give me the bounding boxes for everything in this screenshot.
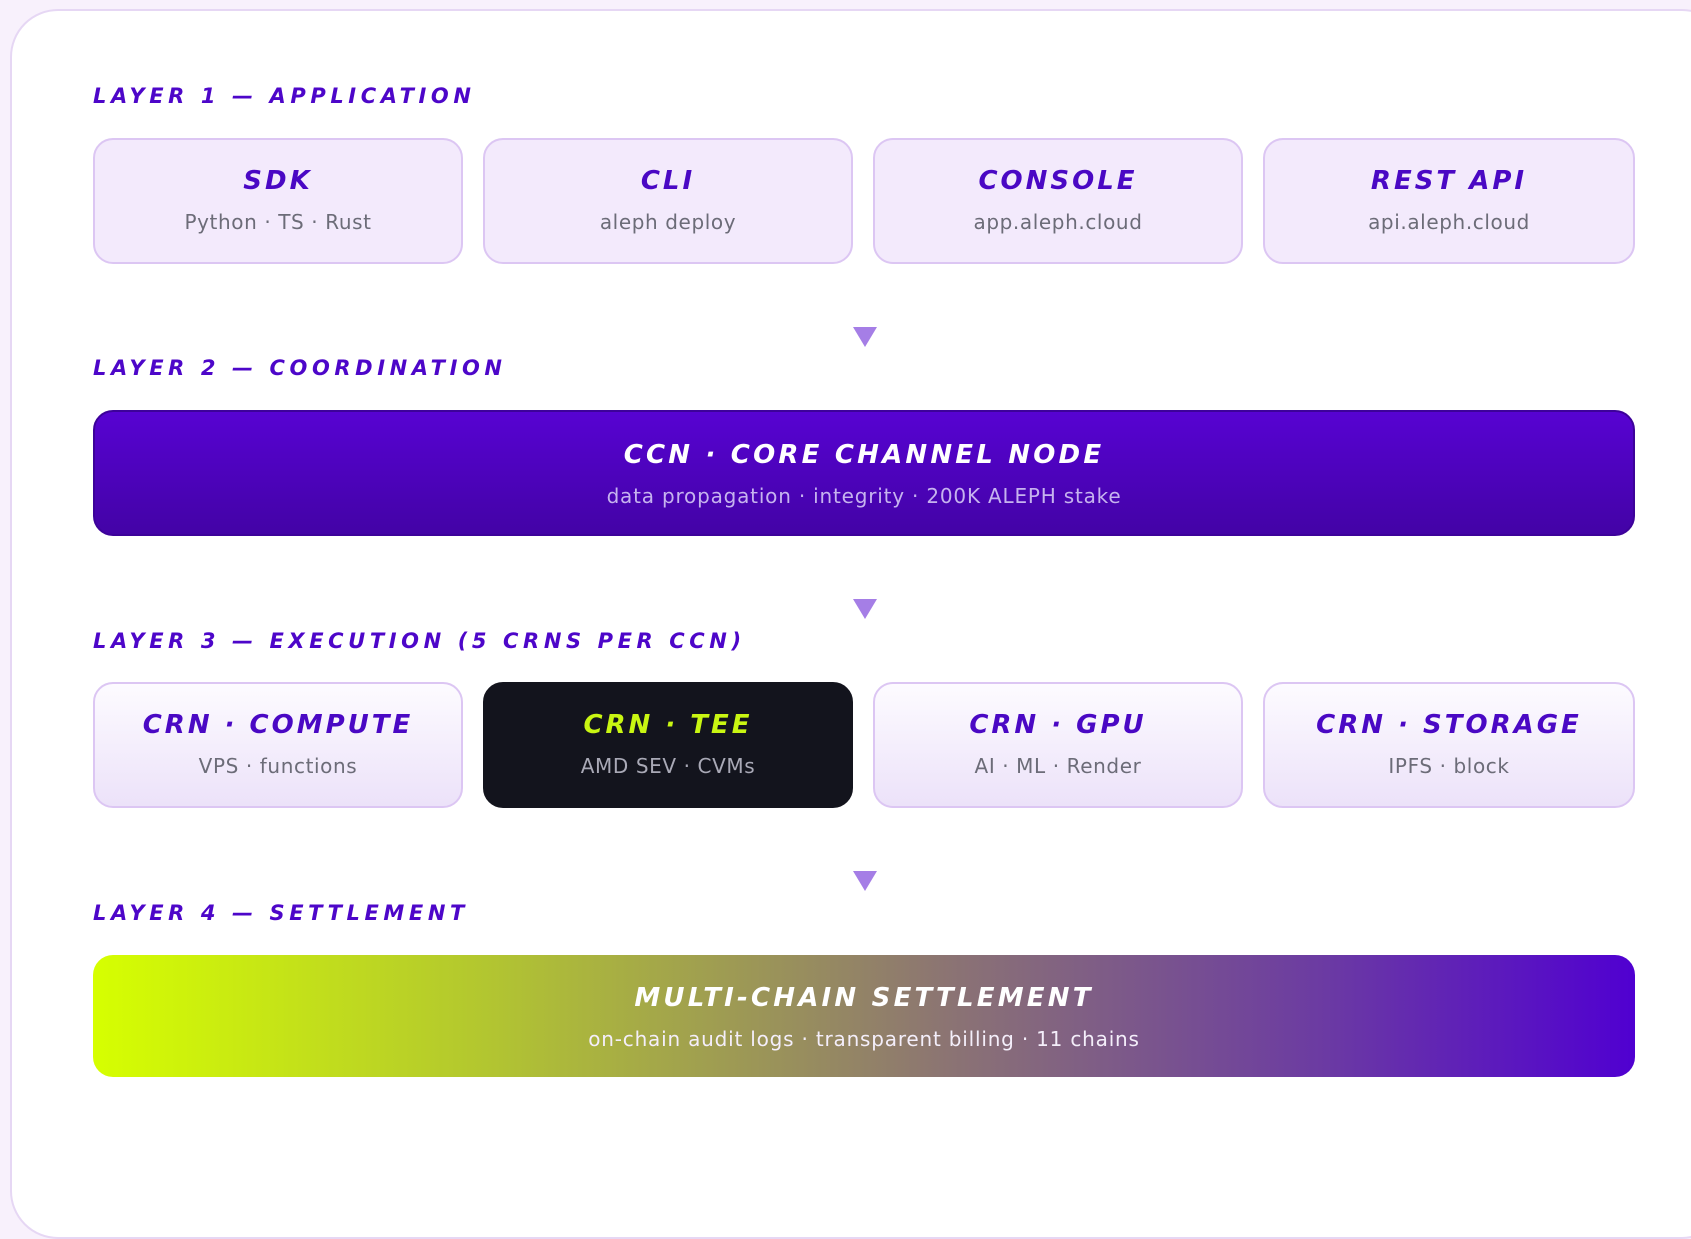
ccn-subtitle: data propagation · integrity · 200K ALEP… [606,484,1122,508]
crn-compute-box: CRN · COMPUTE VPS · functions [93,682,463,808]
arrow-down-icon [853,599,877,619]
rest-api-title: REST API [1370,166,1528,196]
crn-tee-box: CRN · TEE AMD SEV · CVMs [483,682,853,808]
crn-storage-subtitle: IPFS · block [1388,754,1510,778]
rest-api-subtitle: api.aleph.cloud [1368,210,1530,234]
rest-api-box: REST API api.aleph.cloud [1263,138,1635,264]
layer-3-label: LAYER 3 — EXECUTION (5 CRNS PER CCN) [93,629,746,653]
ccn-band: CCN · CORE CHANNEL NODE data propagation… [93,410,1635,536]
crn-compute-subtitle: VPS · functions [198,754,358,778]
crn-tee-subtitle: AMD SEV · CVMs [580,754,756,778]
console-box: CONSOLE app.aleph.cloud [873,138,1243,264]
crn-gpu-subtitle: AI · ML · Render [974,754,1142,778]
arrow-down-icon [853,871,877,891]
crn-storage-box: CRN · STORAGE IPFS · block [1263,682,1635,808]
sdk-title: SDK [243,166,313,196]
layer-1-label: LAYER 1 — APPLICATION [93,84,476,108]
sdk-subtitle: Python · TS · Rust [184,210,372,234]
ccn-title: CCN · CORE CHANNEL NODE [623,440,1105,470]
sdk-box: SDK Python · TS · Rust [93,138,463,264]
layer-4-label: LAYER 4 — SETTLEMENT [93,901,469,925]
console-subtitle: app.aleph.cloud [973,210,1143,234]
crn-tee-title: CRN · TEE [583,710,753,740]
crn-gpu-box: CRN · GPU AI · ML · Render [873,682,1243,808]
crn-gpu-title: CRN · GPU [969,710,1147,740]
settlement-band: MULTI-CHAIN SETTLEMENT on-chain audit lo… [93,955,1635,1077]
settlement-title: MULTI-CHAIN SETTLEMENT [634,983,1094,1013]
cli-subtitle: aleph deploy [599,210,737,234]
layer-1-row: SDK Python · TS · Rust CLI aleph deploy … [93,138,1635,264]
cli-box: CLI aleph deploy [483,138,853,264]
crn-compute-title: CRN · COMPUTE [142,710,414,740]
layer-2-label: LAYER 2 — COORDINATION [93,356,507,380]
arrow-down-icon [853,327,877,347]
settlement-subtitle: on-chain audit logs · transparent billin… [588,1027,1140,1051]
console-title: CONSOLE [978,166,1138,196]
cli-title: CLI [640,166,696,196]
crn-storage-title: CRN · STORAGE [1316,710,1582,740]
layer-3-row: CRN · COMPUTE VPS · functions CRN · TEE … [93,682,1635,808]
